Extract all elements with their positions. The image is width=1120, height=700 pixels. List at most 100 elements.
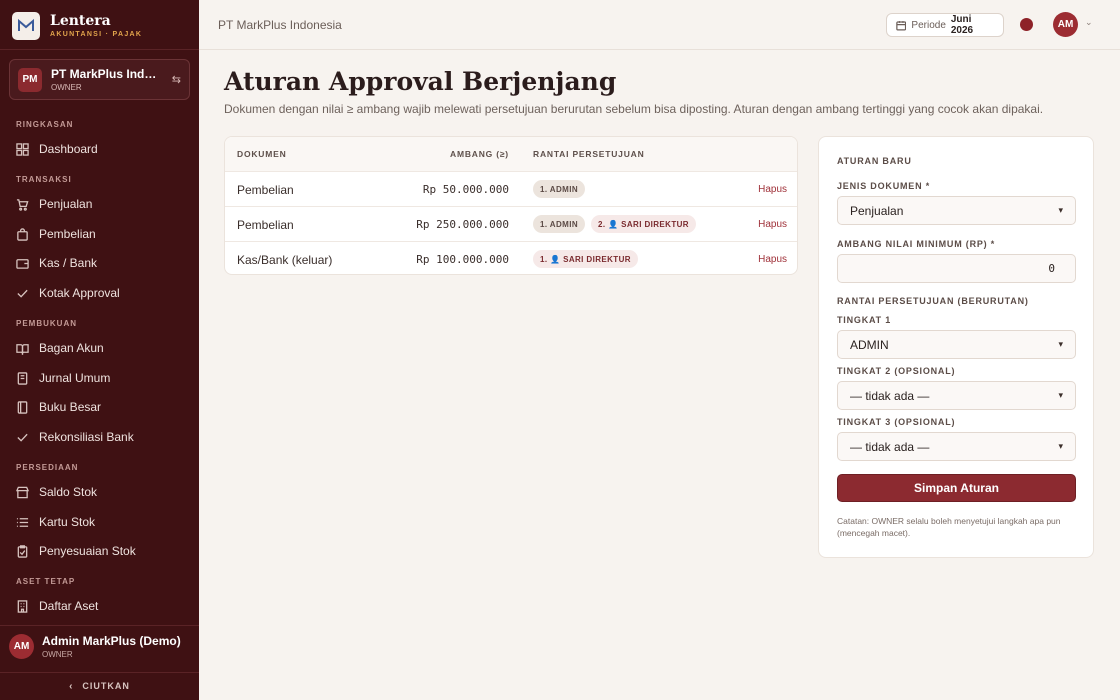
avatar: AM <box>9 634 34 659</box>
breadcrumb: PT MarkPlus Indonesia <box>218 18 342 32</box>
period-value: Juni 2026 <box>950 14 974 36</box>
sidebar-item-label: Kotak Approval <box>39 286 120 300</box>
grid-icon <box>16 142 29 156</box>
delete-rule-link[interactable]: Hapus <box>758 254 787 265</box>
delete-rule-link[interactable]: Hapus <box>758 184 787 195</box>
select-value: ADMIN <box>850 337 889 352</box>
sidebar-item-jurnal-umum[interactable]: Jurnal Umum <box>16 367 191 389</box>
nav-section-ringkasan: RINGKASAN <box>16 120 74 129</box>
approval-chain: 1. ADMIN <box>533 180 586 198</box>
user-menu-avatar[interactable]: AM <box>1053 12 1078 37</box>
sidebar-item-kas-bank[interactable]: Kas / Bank <box>16 252 191 274</box>
select-value: — tidak ada — <box>850 388 930 403</box>
column-header-chain: RANTAI PERSETUJUAN <box>533 149 645 159</box>
sidebar-item-saldo-stok[interactable]: Saldo Stok <box>16 481 191 503</box>
divider <box>0 49 199 50</box>
cell-threshold: Rp 50.000.000 <box>422 183 509 196</box>
approval-step-chip: 2. 👤 SARI DIREKTUR <box>591 215 696 233</box>
divider <box>0 625 199 626</box>
sidebar-item-buku-besar[interactable]: Buku Besar <box>16 396 191 418</box>
new-rule-form: ATURAN BARU JENIS DOKUMEN * Penjualan ▾ … <box>818 136 1094 558</box>
chevron-down-icon: ▾ <box>1058 390 1063 400</box>
form-title: ATURAN BARU <box>837 156 912 166</box>
clipboard-check-icon <box>16 544 29 558</box>
page-title: Aturan Approval Berjenjang <box>224 67 617 96</box>
user-profile[interactable]: AM Admin MarkPlus (Demo) OWNER <box>9 634 181 659</box>
level2-select[interactable]: — tidak ada — ▾ <box>837 381 1076 410</box>
level1-select[interactable]: ADMIN ▾ <box>837 330 1076 359</box>
nav-section-transaksi: TRANSAKSI <box>16 175 72 184</box>
cart-icon <box>16 198 29 211</box>
sidebar-item-daftar-aset[interactable]: Daftar Aset <box>16 595 191 617</box>
table-row: Pembelian Rp 250.000.000 1. ADMIN 2. 👤 S… <box>225 206 797 241</box>
column-header-threshold: AMBANG (≥) <box>450 149 509 159</box>
brand-subtitle: AKUNTANSI · PAJAK <box>50 31 143 38</box>
sidebar-item-pembelian[interactable]: Pembelian <box>16 223 191 245</box>
sidebar-item-kotak-approval[interactable]: Kotak Approval <box>16 282 191 304</box>
sidebar-item-label: Jurnal Umum <box>39 371 111 385</box>
level3-label: TINGKAT 3 (OPSIONAL) <box>837 417 956 427</box>
sidebar-item-label: Pembelian <box>39 227 96 241</box>
top-bar: PT MarkPlus Indonesia Periode Juni 2026 … <box>199 0 1120 50</box>
cell-threshold: Rp 100.000.000 <box>416 253 509 266</box>
sidebar-item-label: Dashboard <box>39 142 98 156</box>
table-header <box>225 137 797 171</box>
cell-document: Pembelian <box>237 218 294 232</box>
level2-label: TINGKAT 2 (OPSIONAL) <box>837 366 956 376</box>
sidebar-item-rekonsiliasi-bank[interactable]: Rekonsiliasi Bank <box>16 426 191 448</box>
list-icon <box>16 516 29 529</box>
select-value: Penjualan <box>850 203 904 218</box>
sidebar-item-label: Penyesuaian Stok <box>39 544 136 558</box>
sidebar-item-dashboard[interactable]: Dashboard <box>16 138 191 160</box>
calendar-icon <box>896 20 907 30</box>
threshold-input[interactable]: 0 <box>837 254 1076 283</box>
book-open-icon <box>16 342 29 355</box>
org-switcher[interactable]: PM PT MarkPlus Indonesia OWNER ⇆ <box>9 59 190 100</box>
sidebar-item-penyesuaian-stok[interactable]: Penyesuaian Stok <box>16 540 191 562</box>
form-note: Catatan: OWNER selalu boleh menyetujui l… <box>837 516 1061 538</box>
org-role: OWNER <box>51 83 82 92</box>
sidebar-item-label: Kartu Stok <box>39 515 96 529</box>
doc-type-select[interactable]: Penjualan ▾ <box>837 196 1076 225</box>
chevron-down-icon[interactable]: ⌄ <box>1085 17 1093 28</box>
org-name: PT MarkPlus Indonesia <box>51 67 161 81</box>
threshold-label: AMBANG NILAI MINIMUM (RP) * <box>837 239 996 249</box>
column-header-document: DOKUMEN <box>237 149 287 159</box>
period-selector[interactable]: Periode Juni 2026 <box>886 13 1004 37</box>
collapse-sidebar-button[interactable]: ‹ CIUTKAN <box>0 676 199 696</box>
building-icon <box>16 599 29 613</box>
sidebar-item-label: Buku Besar <box>39 400 102 414</box>
delete-rule-link[interactable]: Hapus <box>758 219 787 230</box>
brand[interactable]: Lentera AKUNTANSI · PAJAK <box>12 10 142 42</box>
cell-document: Kas/Bank (keluar) <box>237 253 333 267</box>
sidebar-item-kartu-stok[interactable]: Kartu Stok <box>16 511 191 533</box>
chevron-left-icon: ‹ <box>69 680 74 692</box>
brand-logo-icon <box>12 12 40 40</box>
user-role: OWNER <box>42 650 73 659</box>
status-indicator <box>1020 18 1033 31</box>
table-row: Pembelian Rp 50.000.000 1. ADMIN Hapus <box>225 171 797 206</box>
period-label: Periode <box>911 19 946 31</box>
bag-icon <box>16 227 29 241</box>
sidebar-item-penjualan[interactable]: Penjualan <box>16 193 191 215</box>
select-value: — tidak ada — <box>850 439 930 454</box>
brand-name: Lentera <box>50 13 111 29</box>
nav-section-persediaan: PERSEDIAAN <box>16 463 79 472</box>
store-icon <box>16 486 29 499</box>
wallet-icon <box>16 257 29 270</box>
table-row: Kas/Bank (keluar) Rp 100.000.000 1. 👤 SA… <box>225 241 797 274</box>
save-rule-button[interactable]: Simpan Aturan <box>837 474 1076 502</box>
sidebar-item-label: Penjualan <box>39 197 93 211</box>
chevron-down-icon: ▾ <box>1058 205 1063 215</box>
sidebar-item-bagan-akun[interactable]: Bagan Akun <box>16 337 191 359</box>
collapse-label: CIUTKAN <box>82 681 130 691</box>
cell-threshold: Rp 250.000.000 <box>416 218 509 231</box>
cell-document: Pembelian <box>237 183 294 197</box>
approval-step-chip: 1. ADMIN <box>533 215 586 233</box>
chevron-down-icon: ▾ <box>1058 339 1063 349</box>
level3-select[interactable]: — tidak ada — ▾ <box>837 432 1076 461</box>
check-icon <box>16 287 29 300</box>
user-name: Admin MarkPlus (Demo) <box>42 634 181 648</box>
nav-section-pembukuan: PEMBUKUAN <box>16 319 77 328</box>
book-icon <box>16 400 29 414</box>
